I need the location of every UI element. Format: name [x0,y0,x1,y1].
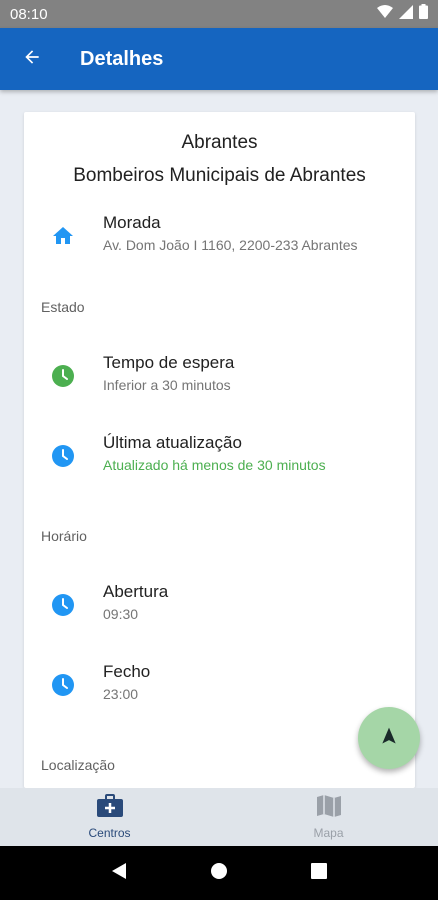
app-bar: Detalhes [0,28,438,90]
clock-icon [51,364,75,388]
address-value: Av. Dom João I 1160, 2200-233 Abrantes [103,237,358,253]
details-card: Abrantes Bombeiros Municipais de Abrante… [24,112,415,788]
nav-item-mapa[interactable]: Mapa [219,788,438,846]
closing-item: Fecho 23:00 [24,660,415,710]
page-title: Detalhes [80,47,164,70]
wait-time-label: Tempo de espera [103,353,235,372]
closing-label: Fecho [103,662,151,681]
navigate-fab-button[interactable] [358,707,420,769]
home-circle-icon[interactable] [210,862,228,885]
section-label-estado: Estado [41,299,85,315]
battery-icon [419,4,428,24]
address-label: Morada [103,213,161,232]
signal-icon [399,4,413,24]
opening-item: Abertura 09:30 [24,580,415,630]
status-icons [377,4,428,24]
nav-label-mapa: Mapa [313,826,344,840]
status-time: 08:10 [10,5,48,23]
navigation-arrow-icon [379,726,399,751]
opening-value: 09:30 [103,606,139,622]
back-triangle-icon[interactable] [111,862,127,885]
closing-value: 23:00 [103,686,139,702]
system-nav-bar [0,846,438,900]
map-icon [316,794,342,823]
back-button[interactable] [0,28,64,90]
last-update-label: Última atualização [103,433,242,452]
center-name: Bombeiros Municipais de Abrantes [73,165,366,186]
clock-icon [51,444,75,468]
status-bar: 08:10 [0,0,438,28]
nav-item-centros[interactable]: Centros [0,788,219,846]
clock-icon [51,593,75,617]
home-icon [51,224,75,248]
address-item: Morada Av. Dom João I 1160, 2200-233 Abr… [24,211,415,261]
last-update-value: Atualizado há menos de 30 minutos [103,457,326,473]
opening-label: Abertura [103,582,169,601]
medical-kit-icon [96,794,124,823]
wifi-icon [377,4,393,24]
bottom-nav: Centros Mapa [0,788,438,846]
recents-square-icon[interactable] [310,862,327,884]
center-city: Abrantes [181,132,258,153]
clock-icon [51,673,75,697]
wait-time-item: Tempo de espera Inferior a 30 minutos [24,351,415,401]
section-label-localizacao: Localização [41,757,115,773]
last-update-item: Última atualização Atualizado há menos d… [24,431,415,481]
wait-time-value: Inferior a 30 minutos [103,377,231,393]
section-label-horario: Horário [41,528,87,544]
arrow-back-icon [22,47,42,72]
nav-label-centros: Centros [88,826,131,840]
